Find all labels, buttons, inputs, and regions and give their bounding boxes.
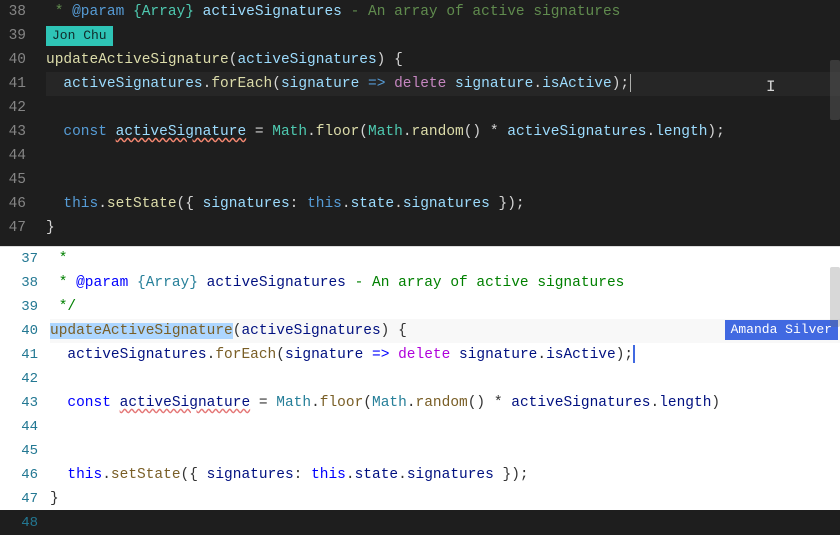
code-line[interactable]: } <box>46 216 840 240</box>
line-number: 39 <box>4 295 50 319</box>
code-line[interactable]: * @param {Array} activeSignatures - An a… <box>50 271 840 295</box>
scrollbar-thumb[interactable] <box>830 60 840 120</box>
code-area-bottom[interactable]: * * @param {Array} activeSignatures - An… <box>50 247 840 510</box>
code-line[interactable]: this.setState({ signatures: this.state.s… <box>50 463 840 487</box>
code-line[interactable]: */ <box>50 295 840 319</box>
editor-pane-bottom[interactable]: 37 38 39 40 41 42 43 44 45 46 47 48 * * … <box>0 246 840 510</box>
text-cursor <box>630 74 631 92</box>
line-number: 40 <box>4 319 50 343</box>
remote-cursor <box>633 345 635 363</box>
unused-var-warning[interactable]: activeSignature <box>116 124 247 140</box>
code-line[interactable] <box>50 367 840 391</box>
line-number: 44 <box>4 415 50 439</box>
line-number: 46 <box>4 463 50 487</box>
unused-var-warning[interactable]: activeSignature <box>120 395 251 411</box>
code-line[interactable]: updateActiveSignature(activeSignatures) … <box>46 48 840 72</box>
line-number: 48 <box>4 511 50 535</box>
code-line[interactable]: Jon Chu <box>46 24 840 48</box>
code-line[interactable]: const activeSignature = Math.floor(Math.… <box>50 391 840 415</box>
code-line[interactable] <box>50 439 840 463</box>
liveshare-author-tag: Jon Chu <box>46 26 113 46</box>
scrollbar-vertical[interactable] <box>830 247 840 510</box>
code-line[interactable] <box>46 144 840 168</box>
code-line[interactable]: activeSignatures.forEach(signature => de… <box>50 343 840 367</box>
code-line[interactable]: const activeSignature = Math.floor(Math.… <box>46 120 840 144</box>
scrollbar-vertical[interactable] <box>830 0 840 246</box>
line-number: 40 <box>0 48 38 72</box>
code-line[interactable]: updateActiveSignature(activeSignatures) … <box>50 319 840 343</box>
line-number: 42 <box>4 367 50 391</box>
gutter-bottom: 37 38 39 40 41 42 43 44 45 46 47 48 <box>0 247 50 510</box>
code-line[interactable] <box>46 96 840 120</box>
line-number: 42 <box>0 96 38 120</box>
liveshare-author-tag: Amanda Silver <box>725 320 838 340</box>
code-line-current[interactable]: activeSignatures.forEach(signature => de… <box>46 72 840 96</box>
line-number: 46 <box>0 192 38 216</box>
line-number: 41 <box>0 72 38 96</box>
line-number: 41 <box>4 343 50 367</box>
code-line[interactable]: * @param {Array} activeSignatures - An a… <box>46 0 840 24</box>
editor-pane-top[interactable]: 38 39 40 41 42 43 44 45 46 47 * @param {… <box>0 0 840 246</box>
code-line[interactable]: } <box>50 487 840 510</box>
code-line[interactable] <box>50 415 840 439</box>
line-number: 44 <box>0 144 38 168</box>
line-number: 38 <box>4 271 50 295</box>
line-number: 39 <box>0 24 38 48</box>
line-number: 38 <box>0 0 38 24</box>
line-number: 45 <box>4 439 50 463</box>
line-number: 43 <box>4 391 50 415</box>
gutter-top: 38 39 40 41 42 43 44 45 46 47 <box>0 0 46 246</box>
line-number: 47 <box>4 487 50 511</box>
code-line[interactable]: this.setState({ signatures: this.state.s… <box>46 192 840 216</box>
line-number: 45 <box>0 168 38 192</box>
line-number: 43 <box>0 120 38 144</box>
code-line[interactable] <box>46 168 840 192</box>
line-number: 37 <box>4 247 50 271</box>
code-line[interactable]: * <box>50 247 840 271</box>
line-number: 47 <box>0 216 38 240</box>
code-area-top[interactable]: * @param {Array} activeSignatures - An a… <box>46 0 840 246</box>
scrollbar-thumb[interactable] <box>830 267 840 327</box>
